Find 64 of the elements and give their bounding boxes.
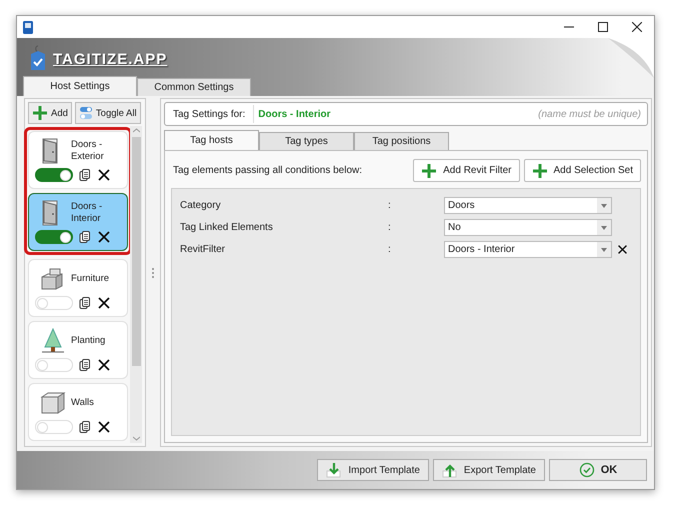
- maximize-icon[interactable]: [598, 22, 608, 32]
- toggle-switch[interactable]: [35, 230, 73, 244]
- host-card[interactable]: Doors - Exterior: [28, 131, 128, 189]
- delete-icon[interactable]: [97, 358, 111, 372]
- ok-button[interactable]: OK: [549, 459, 647, 481]
- host-card[interactable]: Planting: [28, 321, 128, 379]
- toggle-switch[interactable]: [35, 168, 73, 182]
- host-card[interactable]: Furniture: [28, 259, 128, 317]
- host-name: Doors - Exterior: [71, 139, 105, 163]
- add-filter-button[interactable]: Add Revit Filter: [413, 159, 520, 182]
- delete-icon[interactable]: [97, 296, 111, 310]
- caret-icon: [601, 248, 607, 252]
- plus-icon: [421, 162, 438, 178]
- instruction-text: Tag elements passing all conditions below:: [172, 165, 363, 176]
- tab[interactable]: Host Settings: [23, 76, 137, 96]
- separator: :: [388, 222, 392, 233]
- remove-icon[interactable]: [617, 244, 628, 255]
- plus-icon: [32, 105, 48, 121]
- name-field[interactable]: Doors - Interior (name must be unique): [253, 105, 643, 123]
- download-icon: [326, 462, 342, 478]
- host-name: Doors - Interior: [71, 201, 104, 225]
- tab[interactable]: Tag positions: [354, 132, 449, 150]
- copy-icon[interactable]: [79, 230, 91, 244]
- check-circle-icon: [578, 462, 595, 478]
- tab[interactable]: Tag types: [259, 132, 354, 150]
- delete-icon[interactable]: [97, 168, 111, 182]
- template-button[interactable]: Export Template: [432, 459, 545, 481]
- dropdown[interactable]: No: [444, 219, 612, 236]
- condition-label: Category: [180, 200, 222, 211]
- delete-icon[interactable]: [97, 420, 111, 434]
- plus-icon: [532, 162, 548, 178]
- wall-icon: [40, 391, 66, 415]
- dropdown[interactable]: Doors - Interior: [444, 241, 612, 258]
- condition-label: RevitFilter: [180, 244, 226, 255]
- host-card[interactable]: Doors - Interior: [28, 193, 128, 251]
- add-button[interactable]: Add: [28, 102, 72, 124]
- tab[interactable]: Tag hosts: [164, 130, 259, 150]
- add-filter-button[interactable]: Add Selection Set: [524, 159, 641, 182]
- app-icon: [23, 20, 33, 34]
- tag-check-icon: [29, 45, 47, 73]
- copy-icon[interactable]: [79, 168, 91, 182]
- template-button[interactable]: Import Template: [317, 459, 429, 481]
- host-card[interactable]: Walls: [28, 383, 128, 441]
- copy-icon[interactable]: [79, 420, 91, 434]
- copy-icon[interactable]: [79, 296, 91, 310]
- dropdown[interactable]: Doors: [444, 197, 612, 214]
- separator: :: [388, 200, 392, 211]
- condition-label: Tag Linked Elements: [180, 222, 274, 233]
- host-name: Furniture: [71, 273, 110, 285]
- app-logo: TAGITIZE.APP: [53, 50, 168, 68]
- tab[interactable]: Common Settings: [137, 78, 251, 96]
- delete-icon[interactable]: [97, 230, 111, 244]
- toggle-all-button[interactable]: Toggle All: [74, 102, 141, 124]
- caret-icon: [601, 226, 607, 230]
- copy-icon[interactable]: [79, 358, 91, 372]
- upload-icon: [442, 462, 458, 478]
- caret-icon: [601, 204, 607, 208]
- toggle-icon: [78, 106, 93, 120]
- tag-settings-label: Tag Settings for:: [173, 108, 246, 120]
- host-name: Planting: [71, 335, 106, 347]
- tree-icon: [41, 328, 65, 354]
- host-name: Walls: [71, 397, 95, 409]
- separator: :: [388, 244, 392, 255]
- close-icon[interactable]: [632, 22, 642, 32]
